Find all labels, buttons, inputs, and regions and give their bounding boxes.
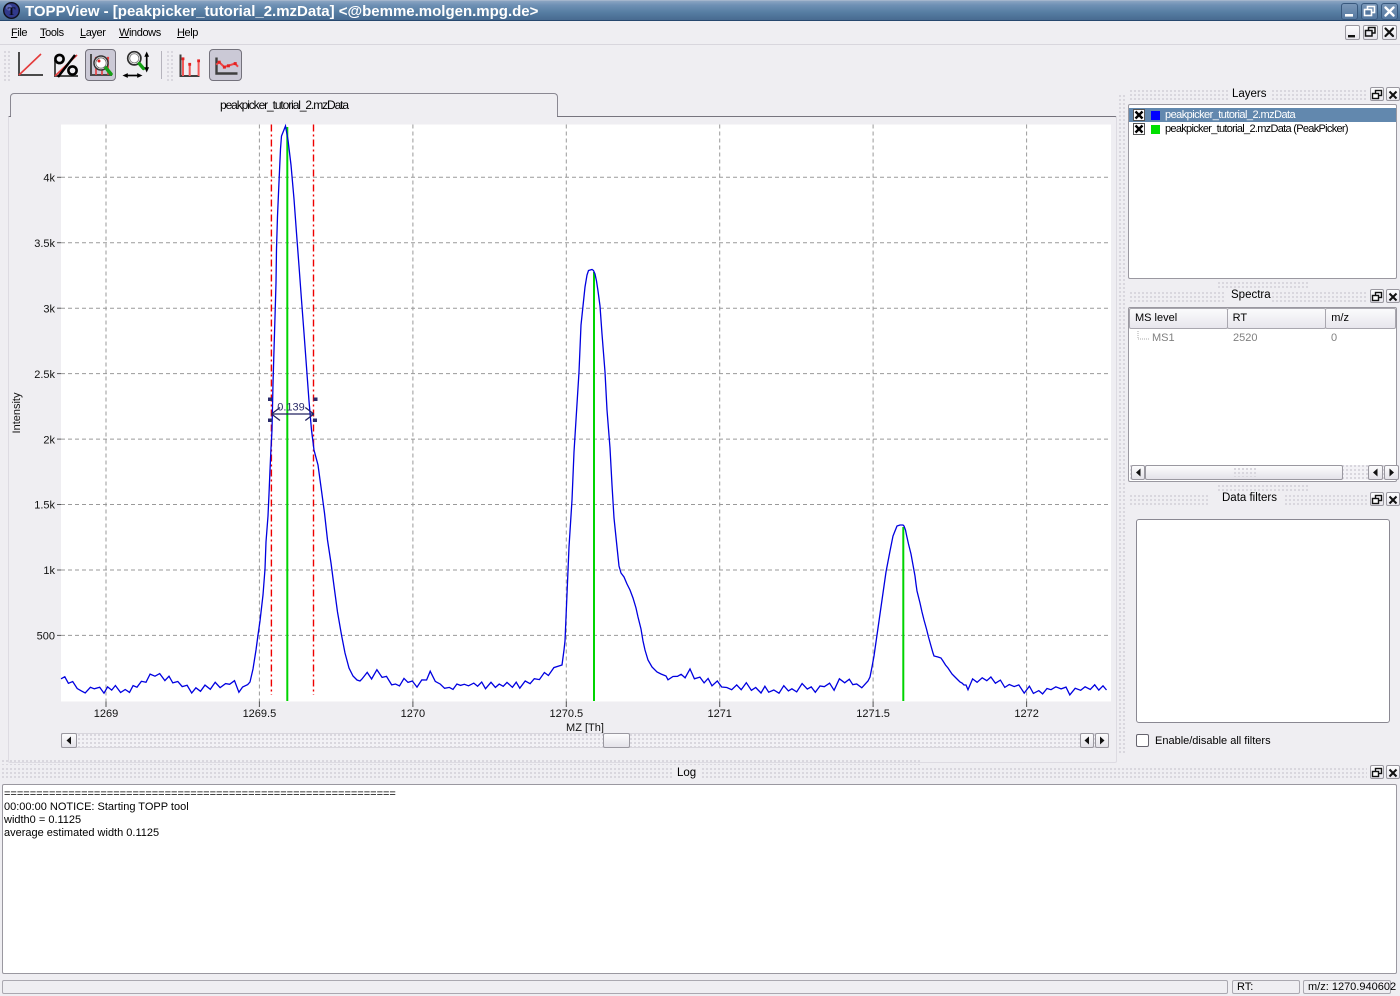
svg-text:Intensity: Intensity xyxy=(11,392,23,433)
svg-text:3.5k: 3.5k xyxy=(34,238,55,250)
svg-text:T: T xyxy=(7,4,15,18)
svg-text:2.5k: 2.5k xyxy=(34,369,55,381)
svg-text:0.139: 0.139 xyxy=(277,402,305,414)
svg-text:1270: 1270 xyxy=(401,708,425,720)
svg-text:1.5k: 1.5k xyxy=(34,500,55,512)
svg-text:4k: 4k xyxy=(43,173,55,185)
svg-text:1269.5: 1269.5 xyxy=(243,708,277,720)
svg-text:3k: 3k xyxy=(43,303,55,315)
svg-text:1270.5: 1270.5 xyxy=(549,708,583,720)
svg-text:1272: 1272 xyxy=(1014,708,1038,720)
svg-text:1k: 1k xyxy=(43,565,55,577)
svg-text:2k: 2k xyxy=(43,434,55,446)
svg-text:500: 500 xyxy=(37,631,55,643)
svg-text:1271: 1271 xyxy=(707,708,731,720)
svg-text:1269: 1269 xyxy=(94,708,118,720)
svg-text:1271.5: 1271.5 xyxy=(856,708,890,720)
